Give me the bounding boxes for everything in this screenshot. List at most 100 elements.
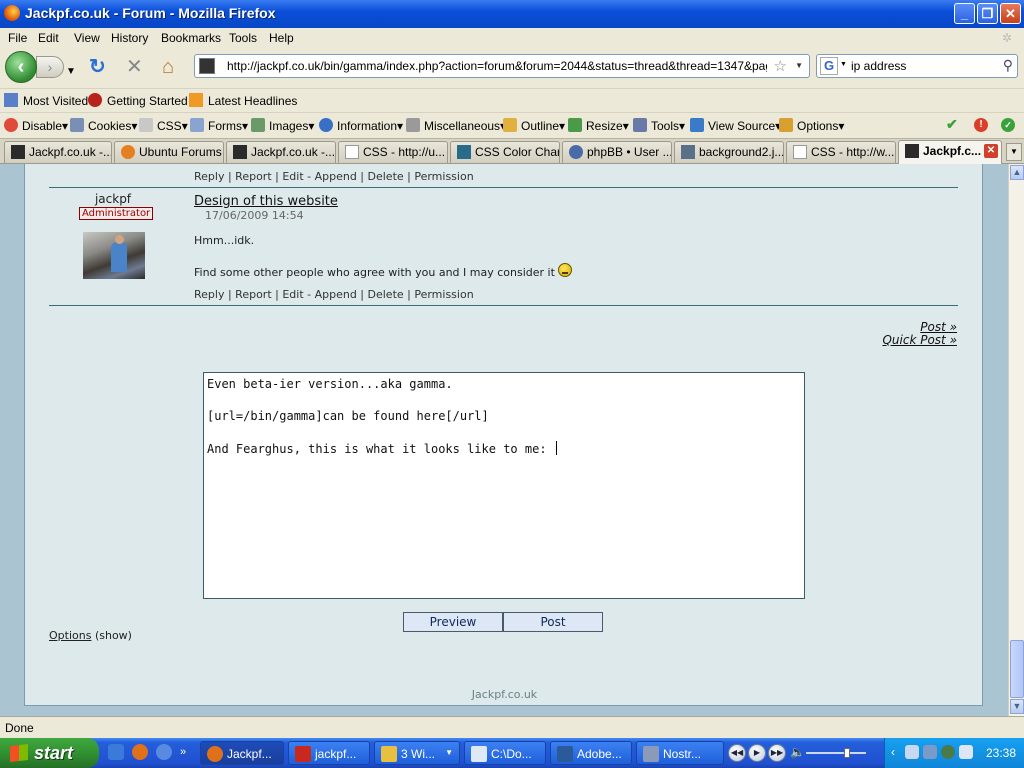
tab-css-u[interactable]: CSS - http://u... — [338, 141, 448, 163]
window-title: Jackpf.co.uk - Forum - Mozilla Firefox — [25, 5, 276, 21]
devbar-disable[interactable]: Disable▾ — [4, 118, 68, 133]
notepad-icon — [471, 746, 487, 762]
post-title[interactable]: Design of this website — [194, 194, 338, 209]
bookmark-latest-headlines[interactable]: Latest Headlines — [189, 93, 297, 108]
options-toggle[interactable]: (show) — [95, 629, 132, 642]
tab-ubuntu-forums[interactable]: Ubuntu Forums — [114, 141, 224, 163]
back-button[interactable]: ‹ — [5, 51, 37, 83]
miscellaneous-icon — [406, 118, 420, 132]
devbar-information[interactable]: Information▾ — [319, 118, 403, 133]
taskbar-item-filezilla[interactable]: jackpf... — [288, 741, 370, 765]
quick-post-link[interactable]: Quick Post » — [882, 333, 957, 347]
devbar-forms[interactable]: Forms▾ — [190, 118, 248, 133]
start-button[interactable]: start — [0, 738, 99, 768]
devbar-view-source[interactable]: View Source▾ — [690, 118, 781, 133]
search-box[interactable]: G ▼ ip address ⚲ — [816, 54, 1018, 78]
taskbar-item-firefox[interactable]: Jackpf... — [200, 741, 284, 765]
valid-check-icon[interactable]: ✔ — [946, 116, 958, 133]
home-icon[interactable]: ⌂ — [162, 57, 174, 77]
devbar-resize[interactable]: Resize▾ — [568, 118, 629, 133]
display-icon[interactable] — [923, 745, 937, 759]
search-icon[interactable]: ⚲ — [1003, 57, 1013, 74]
tab-jackpf-1[interactable]: Jackpf.co.uk -... — [4, 141, 112, 163]
engine-dropdown-icon[interactable]: ▼ — [840, 61, 847, 68]
devbar-outline[interactable]: Outline▾ — [503, 118, 565, 133]
explorer-quicklaunch-icon[interactable] — [108, 744, 124, 760]
tab-css-color-chart[interactable]: CSS Color Chart — [450, 141, 560, 163]
monitor-icon[interactable] — [959, 745, 973, 759]
history-dropdown-icon[interactable]: ▼ — [66, 62, 76, 82]
tab-jackpf-active[interactable]: Jackpf.c... ✕ — [898, 140, 1002, 165]
devbar-cookies[interactable]: Cookies▾ — [70, 118, 137, 133]
tab-phpbb[interactable]: phpBB • User ... — [562, 141, 672, 163]
bookmark-getting-started[interactable]: Getting Started — [88, 93, 188, 108]
bookmark-star-icon[interactable]: ☆ — [774, 57, 787, 75]
devbar-options[interactable]: Options▾ — [779, 118, 844, 133]
media-next-icon[interactable]: ▶▶ — [768, 744, 786, 762]
preview-button[interactable]: Preview — [403, 612, 503, 632]
menu-file[interactable]: File — [8, 31, 27, 45]
devbar-images[interactable]: Images▾ — [251, 118, 314, 133]
folder-icon — [381, 746, 397, 762]
scroll-down-icon[interactable]: ▼ — [1010, 699, 1024, 714]
media-prev-icon[interactable]: ◀◀ — [728, 744, 746, 762]
tab-list-button[interactable]: ▼ — [1006, 143, 1022, 161]
maximize-button[interactable]: ❐ — [977, 3, 998, 24]
stop-icon[interactable]: ✕ — [126, 57, 143, 77]
volume-slider-thumb[interactable] — [844, 748, 850, 758]
bookmark-most-visited[interactable]: Most Visited — [4, 93, 88, 108]
taskbar-item-windows-group[interactable]: 3 Wi... ▼ — [374, 741, 460, 765]
forward-button[interactable]: › — [36, 56, 64, 78]
menu-history[interactable]: History — [111, 31, 148, 45]
network-icon[interactable] — [905, 745, 919, 759]
menu-view[interactable]: View — [74, 31, 100, 45]
taskbar-item-photoshop[interactable]: Adobe... — [550, 741, 632, 765]
tray-expand-icon[interactable]: ‹ — [891, 745, 895, 759]
devbar-css[interactable]: CSS▾ — [139, 118, 188, 133]
vertical-scrollbar[interactable]: ▲ ▼ — [1008, 164, 1024, 716]
post-link[interactable]: Post » — [920, 320, 957, 334]
volume-slider[interactable] — [806, 752, 866, 754]
google-engine-icon[interactable]: G — [820, 57, 838, 75]
scroll-up-icon[interactable]: ▲ — [1010, 165, 1024, 180]
url-dropdown-icon[interactable]: ▼ — [795, 61, 803, 70]
close-button[interactable]: ✕ — [1000, 3, 1021, 24]
devbar-miscellaneous[interactable]: Miscellaneous▾ — [406, 118, 506, 133]
error-icon[interactable]: ! — [974, 118, 988, 132]
post-textarea[interactable]: Even beta-ier version...aka gamma. [url=… — [203, 372, 805, 599]
url-bar[interactable]: http://jackpf.co.uk/bin/gamma/index.php?… — [194, 54, 810, 78]
reload-icon[interactable]: ↻ — [89, 57, 106, 77]
forum-page: Reply | Report | Edit - Append | Delete … — [24, 164, 983, 706]
url-text[interactable]: http://jackpf.co.uk/bin/gamma/index.php?… — [227, 59, 767, 73]
prev-post-actions[interactable]: Reply | Report | Edit - Append | Delete … — [194, 170, 474, 183]
tab-close-icon[interactable]: ✕ — [984, 144, 998, 158]
menu-bookmarks[interactable]: Bookmarks — [161, 31, 221, 45]
firefox-quicklaunch-icon[interactable] — [132, 744, 148, 760]
devbar-label: Miscellaneous — [424, 119, 501, 133]
post-username[interactable]: jackpf — [83, 192, 143, 206]
taskbar-item-nostromo[interactable]: Nostr... — [636, 741, 724, 765]
tab-css-w[interactable]: CSS - http://w... — [786, 141, 896, 163]
search-input[interactable]: ip address — [851, 59, 906, 73]
post-button[interactable]: Post — [503, 612, 603, 632]
taskbar-item-notepad[interactable]: C:\Do... — [464, 741, 546, 765]
throbber-icon: ✲ — [1002, 31, 1013, 45]
menu-tools[interactable]: Tools — [229, 31, 257, 45]
media-quicklaunch-icon[interactable] — [156, 744, 172, 760]
menu-help[interactable]: Help — [269, 31, 294, 45]
tab-background2[interactable]: background2.j... — [674, 141, 784, 163]
volume-icon[interactable]: 🔈 — [790, 745, 805, 759]
post-actions[interactable]: Reply | Report | Edit - Append | Delete … — [194, 288, 474, 301]
options-link[interactable]: Options — [49, 629, 91, 642]
quicklaunch-more-icon[interactable]: » — [180, 746, 186, 758]
devbar-tools[interactable]: Tools▾ — [633, 118, 685, 133]
ok-status-icon[interactable]: ✓ — [1001, 118, 1015, 132]
tab-jackpf-2[interactable]: Jackpf.co.uk -... — [226, 141, 336, 163]
menu-edit[interactable]: Edit — [38, 31, 59, 45]
avatar-head — [115, 235, 124, 244]
scroll-thumb[interactable] — [1010, 640, 1024, 698]
tray-app-icon[interactable] — [941, 745, 955, 759]
devbar-label: Images — [269, 119, 309, 133]
media-play-icon[interactable]: ▶ — [748, 744, 766, 762]
minimize-button[interactable]: _ — [954, 3, 975, 24]
